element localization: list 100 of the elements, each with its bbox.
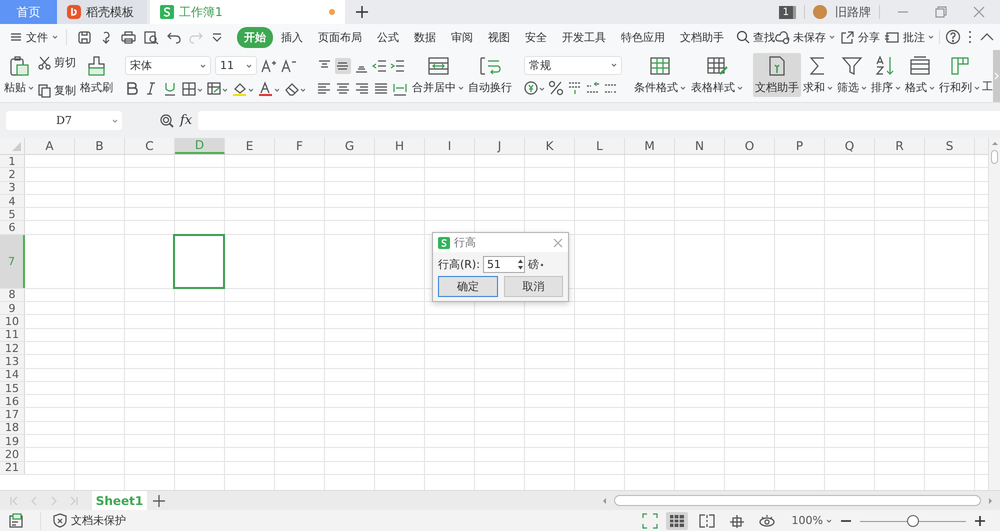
- format-button[interactable]: 格式: [903, 53, 937, 97]
- font-select[interactable]: 宋体: [125, 56, 211, 75]
- column-header[interactable]: K: [525, 138, 575, 154]
- format-painter-button[interactable]: 格式刷: [78, 53, 115, 97]
- name-box[interactable]: D7: [6, 111, 122, 130]
- table-style-button[interactable]: 表格样式: [689, 53, 745, 97]
- customize-icon[interactable]: [211, 31, 223, 43]
- zoom-formula-icon[interactable]: [159, 113, 174, 128]
- column-header[interactable]: R: [875, 138, 925, 154]
- document-assistant-button[interactable]: 文档助手: [753, 53, 801, 97]
- ribbon-tab[interactable]: 审阅: [444, 26, 480, 48]
- currency-icon[interactable]: [524, 80, 544, 96]
- vertical-scrollbar[interactable]: [988, 138, 1000, 490]
- toolbar-button[interactable]: 工: [982, 53, 993, 97]
- align-center-icon[interactable]: [336, 82, 351, 96]
- unit-select[interactable]: 磅: [528, 257, 544, 272]
- dialog-button[interactable]: 确定: [438, 276, 498, 297]
- increase-indent-icon[interactable]: [390, 59, 405, 74]
- ribbon-tab[interactable]: 视图: [481, 26, 517, 48]
- help-icon[interactable]: [945, 29, 961, 45]
- row-header[interactable]: 4: [0, 194, 25, 208]
- undo-icon[interactable]: [167, 30, 181, 44]
- ribbon-tab[interactable]: 安全: [518, 26, 554, 48]
- column-header[interactable]: B: [75, 138, 125, 154]
- zoom-level[interactable]: 100%: [792, 514, 832, 527]
- ribbon-tab[interactable]: 开发工具: [555, 26, 613, 48]
- row-header[interactable]: 21: [0, 462, 25, 474]
- toolbar-button[interactable]: 批注: [885, 30, 934, 44]
- column-header[interactable]: G: [325, 138, 375, 154]
- column-header[interactable]: N: [675, 138, 725, 154]
- sort-button[interactable]: 排序: [869, 53, 903, 97]
- function-button[interactable]: fx: [180, 113, 192, 128]
- percent-icon[interactable]: [548, 80, 564, 96]
- row-header[interactable]: 17: [0, 408, 25, 421]
- column-header[interactable]: S: [925, 138, 975, 154]
- scrollbar-thumb[interactable]: [991, 150, 998, 164]
- paste-button[interactable]: 粘贴: [2, 53, 36, 97]
- print-icon[interactable]: [121, 30, 136, 44]
- filter-button[interactable]: 筛选: [835, 53, 869, 97]
- document-icon[interactable]: [8, 512, 24, 528]
- italic-icon[interactable]: [144, 81, 158, 96]
- row-header[interactable]: 16: [0, 395, 25, 408]
- search-button[interactable]: 查找: [736, 30, 775, 44]
- ribbon-tab[interactable]: 公式: [370, 26, 406, 48]
- row-header[interactable]: 6: [0, 221, 25, 234]
- slider-thumb[interactable]: [907, 514, 919, 526]
- align-left-icon[interactable]: [317, 82, 332, 96]
- column-header[interactable]: A: [25, 138, 75, 154]
- align-right-icon[interactable]: [355, 82, 370, 96]
- row-header[interactable]: 20: [0, 448, 25, 461]
- column-header[interactable]: M: [625, 138, 675, 154]
- ribbon-tab[interactable]: 文档助手: [673, 26, 731, 48]
- shrink-font-icon[interactable]: [281, 58, 297, 74]
- row-header[interactable]: 2: [0, 168, 25, 181]
- toolbar-button[interactable]: 未保存: [775, 30, 835, 44]
- row-header[interactable]: 13: [0, 355, 25, 368]
- selected-cell[interactable]: [173, 234, 225, 289]
- zoom-in-icon[interactable]: [974, 514, 986, 526]
- more-icon[interactable]: [966, 29, 974, 45]
- scrollbar-thumb[interactable]: [614, 495, 981, 506]
- justify-icon[interactable]: [374, 82, 389, 96]
- row-header[interactable]: 5: [0, 208, 25, 220]
- document-tab[interactable]: 稻壳模板: [57, 0, 147, 24]
- underline-icon[interactable]: [163, 81, 177, 96]
- row-header[interactable]: 10: [0, 315, 25, 328]
- row-height-spinner[interactable]: 51: [482, 256, 525, 273]
- window-count-badge[interactable]: 1: [778, 6, 796, 18]
- column-header[interactable]: J: [475, 138, 525, 154]
- save-icon[interactable]: [77, 30, 92, 44]
- row-header[interactable]: 15: [0, 382, 25, 394]
- thousands-icon[interactable]: [568, 80, 582, 96]
- ribbon-tab[interactable]: 插入: [274, 26, 310, 48]
- column-header[interactable]: F: [275, 138, 325, 154]
- wrap-text-button[interactable]: 自动换行: [466, 53, 514, 97]
- row-header[interactable]: 3: [0, 182, 25, 194]
- row-header[interactable]: 14: [0, 368, 25, 381]
- row-header[interactable]: 11: [0, 328, 25, 341]
- merge-center-button[interactable]: 合并居中: [410, 53, 466, 97]
- column-header[interactable]: I: [425, 138, 475, 154]
- eraser-icon[interactable]: [284, 80, 305, 96]
- row-header[interactable]: 1: [0, 155, 25, 168]
- border-icon[interactable]: [182, 81, 202, 96]
- font-color-icon[interactable]: [258, 80, 279, 96]
- bold-icon[interactable]: [125, 81, 139, 96]
- toolbar-button[interactable]: 分享: [840, 30, 880, 44]
- add-sheet-icon[interactable]: [153, 494, 165, 506]
- distribute-icon[interactable]: [393, 82, 408, 96]
- zoom-slider[interactable]: [860, 514, 966, 526]
- column-header[interactable]: E: [225, 138, 275, 154]
- user-name[interactable]: 旧路牌: [835, 4, 871, 20]
- grow-font-icon[interactable]: [261, 58, 277, 74]
- normal-view-icon[interactable]: [666, 512, 688, 530]
- file-menu[interactable]: 文件: [10, 29, 67, 45]
- column-header[interactable]: P: [775, 138, 825, 154]
- font-size-select[interactable]: 11: [215, 56, 257, 75]
- add-tab-icon[interactable]: [355, 5, 369, 19]
- decrease-indent-icon[interactable]: [372, 59, 387, 74]
- rows-columns-button[interactable]: 行和列: [937, 53, 982, 97]
- row-header[interactable]: 8: [0, 288, 25, 302]
- column-header[interactable]: Q: [825, 138, 875, 154]
